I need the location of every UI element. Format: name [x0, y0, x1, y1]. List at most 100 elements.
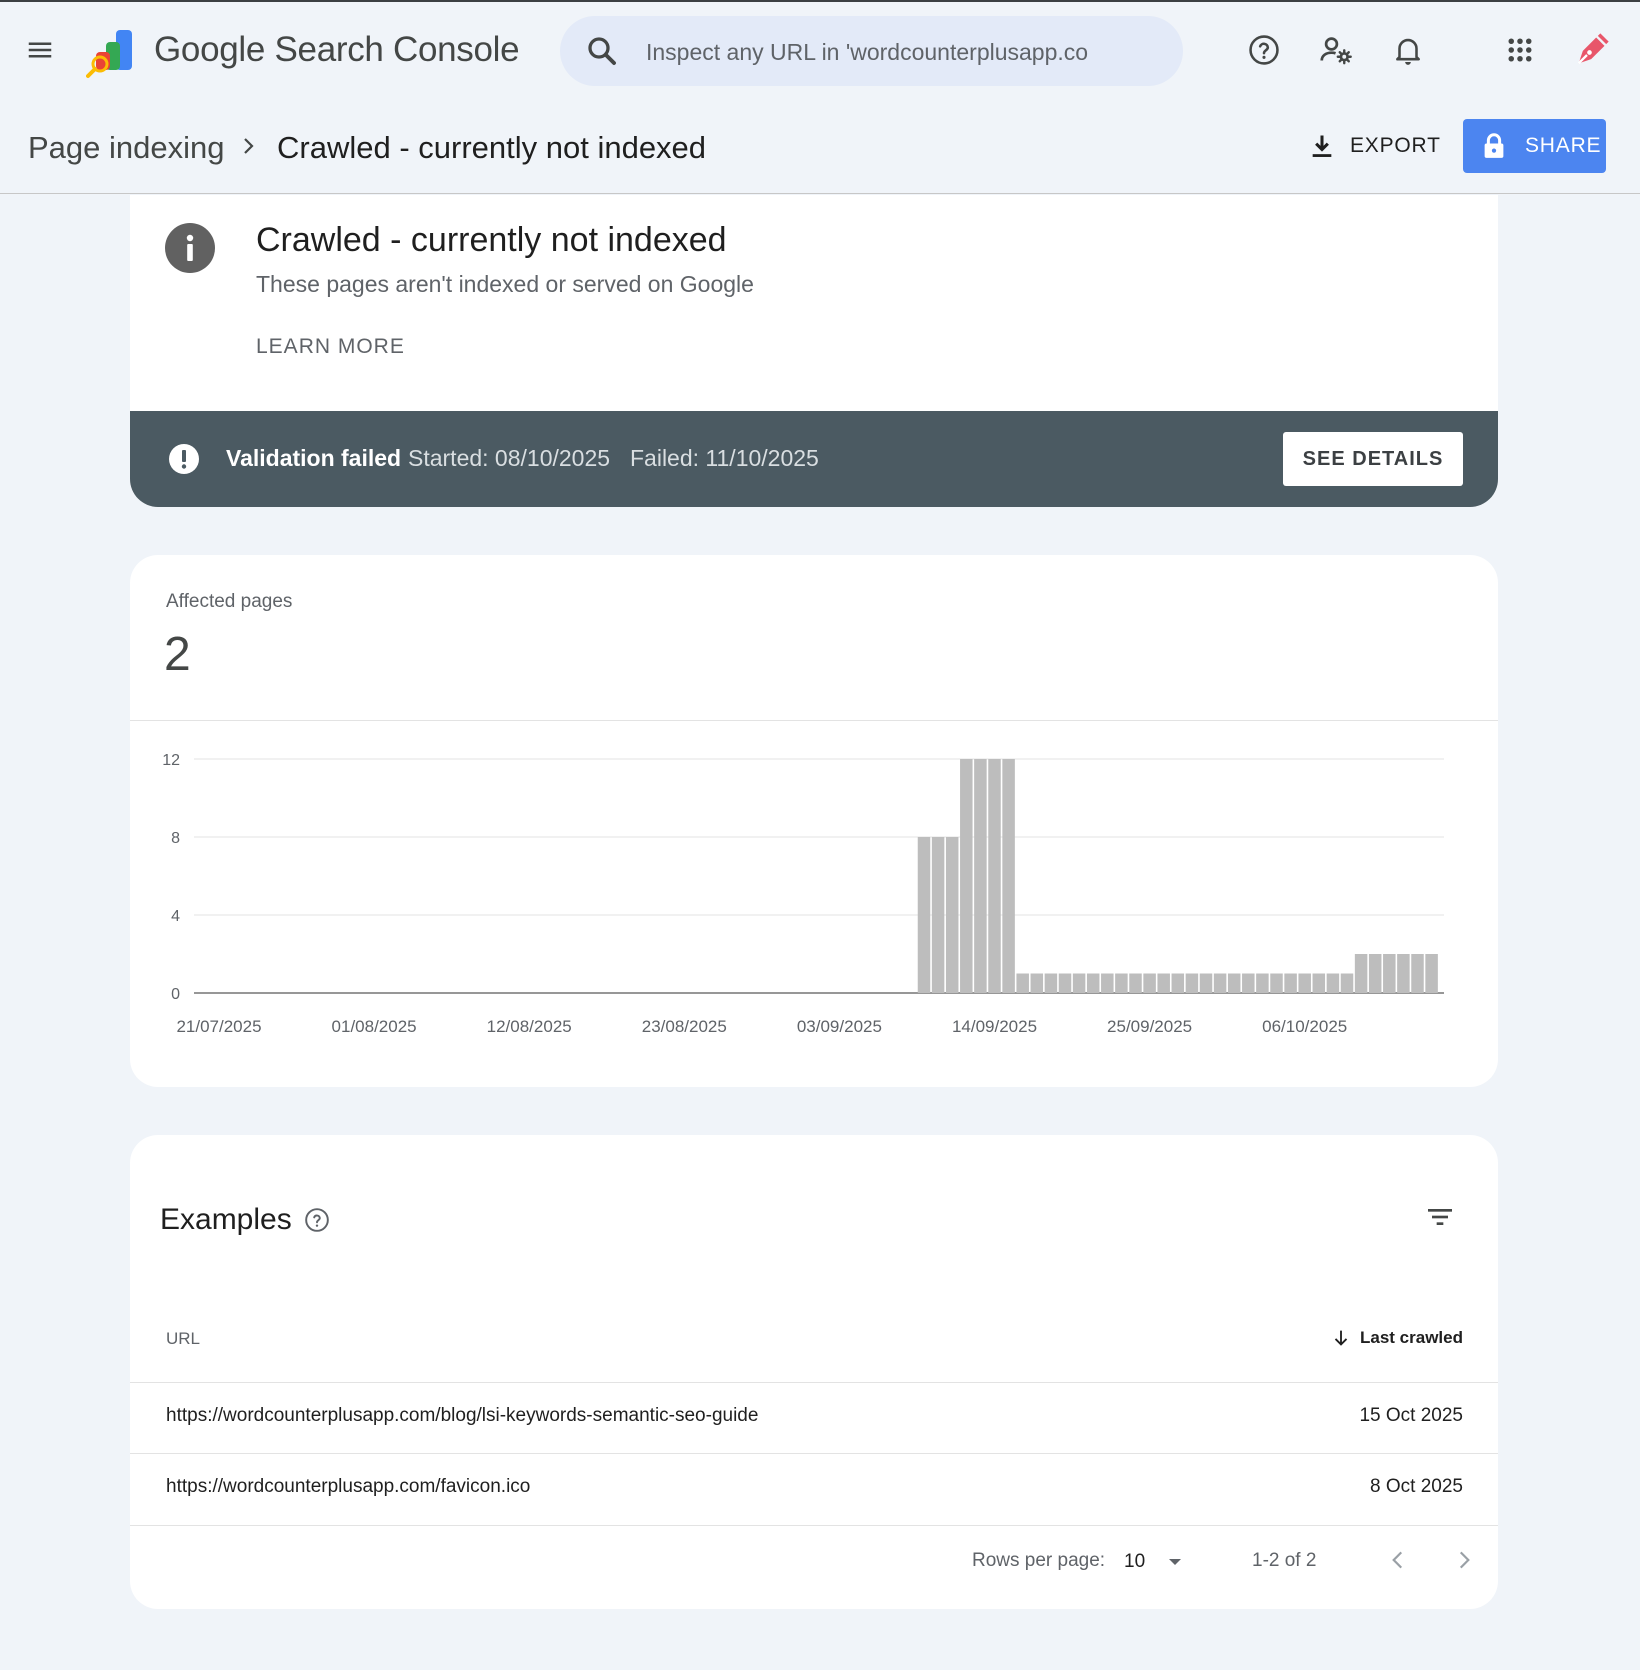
chart-bar [1411, 954, 1424, 993]
help-icon [1249, 35, 1279, 65]
chevron-right-icon [244, 138, 254, 154]
menu-button[interactable] [18, 28, 62, 72]
page-header: Page indexing Crawled - currently not in… [0, 98, 1640, 194]
validation-failed-date: Failed: 11/10/2025 [630, 445, 819, 471]
x-tick-label: 12/08/2025 [487, 1017, 572, 1036]
validation-status: Validation failed [226, 445, 402, 471]
x-tick-label: 14/09/2025 [952, 1017, 1037, 1036]
table-row[interactable]: https://wordcounterplusapp.com/favicon.i… [130, 1453, 1498, 1525]
x-tick-label: 03/09/2025 [797, 1017, 882, 1036]
x-tick-label: 21/07/2025 [176, 1017, 261, 1036]
column-header-url[interactable]: URL [166, 1329, 200, 1349]
notifications-button[interactable] [1384, 26, 1432, 74]
search-console-logo[interactable] [86, 26, 140, 80]
row-url[interactable]: https://wordcounterplusapp.com/blog/lsi-… [166, 1405, 758, 1427]
y-tick-label: 4 [171, 908, 180, 925]
row-last-crawled: 8 Oct 2025 [1370, 1476, 1463, 1497]
examples-card: Examples URL Last crawled https://wordco… [130, 1135, 1498, 1609]
notifications-icon [1396, 38, 1420, 65]
affected-pages-chart: 0 4 8 12 21/07/2025 01/08/2025 12/08/2025 23/08… [162, 752, 1444, 1036]
apps-grid-icon [1508, 38, 1532, 62]
filter-icon [1428, 1209, 1452, 1225]
chart-bar [1086, 973, 1100, 993]
export-label: EXPORT [1350, 134, 1441, 157]
chart-bar [1044, 973, 1058, 993]
chart-bar [974, 759, 987, 993]
pagination: Rows per page: 10 1-2 of 2 [130, 1525, 1498, 1609]
issue-title: Crawled - currently not indexed [256, 221, 727, 259]
validation-started: Started: 08/10/2025 [408, 445, 611, 471]
chart-bar [1256, 973, 1269, 993]
chart-bar [917, 837, 931, 993]
page-title: Crawled - currently not indexed [277, 130, 707, 165]
chart-bar [1157, 973, 1170, 993]
chart-bar [1326, 973, 1340, 993]
table-row[interactable]: https://wordcounterplusapp.com/blog/lsi-… [130, 1382, 1498, 1454]
arrow-down-icon [1334, 1330, 1348, 1346]
search-input[interactable] [644, 30, 1168, 74]
y-tick-label: 0 [171, 986, 180, 1003]
chart-bar [1030, 973, 1044, 993]
share-button[interactable]: SHARE [1463, 119, 1606, 173]
affected-pages-card: Affected pages 2 0 4 8 12 21/07/2025 01/08/20… [130, 555, 1498, 1087]
x-tick-label: 06/10/2025 [1262, 1017, 1347, 1036]
affected-pages-label: Affected pages [166, 591, 293, 612]
chart-bar [1213, 973, 1227, 993]
see-details-button[interactable]: SEE DETAILS [1283, 432, 1463, 486]
column-header-last-crawled[interactable]: Last crawled [1330, 1325, 1463, 1351]
next-page-button[interactable] [1446, 1542, 1482, 1578]
lock-icon [1484, 133, 1504, 158]
chart-bar [1354, 954, 1368, 993]
chart-bar [1171, 973, 1185, 993]
pagination-range: 1-2 of 2 [1252, 1550, 1317, 1571]
account-button[interactable] [1568, 26, 1616, 74]
product-name: Google Search Console [154, 30, 520, 69]
chevron-left-icon [1392, 1551, 1403, 1569]
download-icon [1312, 135, 1332, 157]
chart-bar [1101, 973, 1114, 993]
chart-bar [1129, 973, 1142, 993]
help-button[interactable] [1240, 26, 1288, 74]
filter-button[interactable] [1420, 1197, 1460, 1237]
y-tick-label: 8 [171, 830, 180, 847]
chart-bar [1242, 973, 1255, 993]
chart-bar [1425, 954, 1438, 993]
apps-button[interactable] [1496, 26, 1544, 74]
help-outline-icon[interactable] [304, 1207, 330, 1233]
chart-bar [1115, 973, 1128, 993]
row-last-crawled: 15 Oct 2025 [1359, 1405, 1463, 1426]
chart-bar [960, 759, 973, 993]
y-tick-label: 12 [162, 752, 180, 769]
row-url[interactable]: https://wordcounterplusapp.com/favicon.i… [166, 1476, 530, 1498]
chart-bar [1227, 973, 1241, 993]
chart-bar [1058, 973, 1072, 993]
affected-pages-value: 2 [164, 628, 191, 681]
x-tick-label: 01/08/2025 [332, 1017, 417, 1036]
last-crawled-label: Last crawled [1360, 1328, 1463, 1347]
chart-bar [1298, 973, 1311, 993]
rows-per-page-select[interactable]: 10 [1124, 1544, 1192, 1580]
examples-title: Examples [160, 1203, 292, 1236]
dropdown-arrow-icon [1169, 1559, 1182, 1565]
chart-bar [1383, 954, 1396, 993]
chart-bar [1397, 954, 1410, 993]
chart-bar [1368, 954, 1382, 993]
account-avatar-icon [1577, 33, 1609, 65]
chart-bar [1185, 973, 1199, 993]
chart-bar [988, 759, 1001, 993]
alert-icon [168, 443, 200, 475]
export-button[interactable]: EXPORT [1308, 126, 1441, 166]
chart-bar [1072, 973, 1086, 993]
breadcrumb-page-indexing[interactable]: Page indexing [28, 130, 225, 166]
previous-page-button[interactable] [1380, 1542, 1416, 1578]
chart-bar [931, 837, 945, 993]
search-icon[interactable] [584, 33, 620, 69]
chart-bar [945, 837, 959, 993]
validation-banner: Validation failed Started: 08/10/2025 Fa… [130, 411, 1498, 507]
learn-more-link[interactable]: LEARN MORE [256, 335, 405, 359]
url-inspection-search[interactable] [560, 16, 1183, 86]
manage-users-button[interactable] [1312, 26, 1360, 74]
chart-bar [1002, 759, 1015, 993]
share-label: SHARE [1525, 134, 1602, 157]
info-icon [165, 223, 215, 273]
